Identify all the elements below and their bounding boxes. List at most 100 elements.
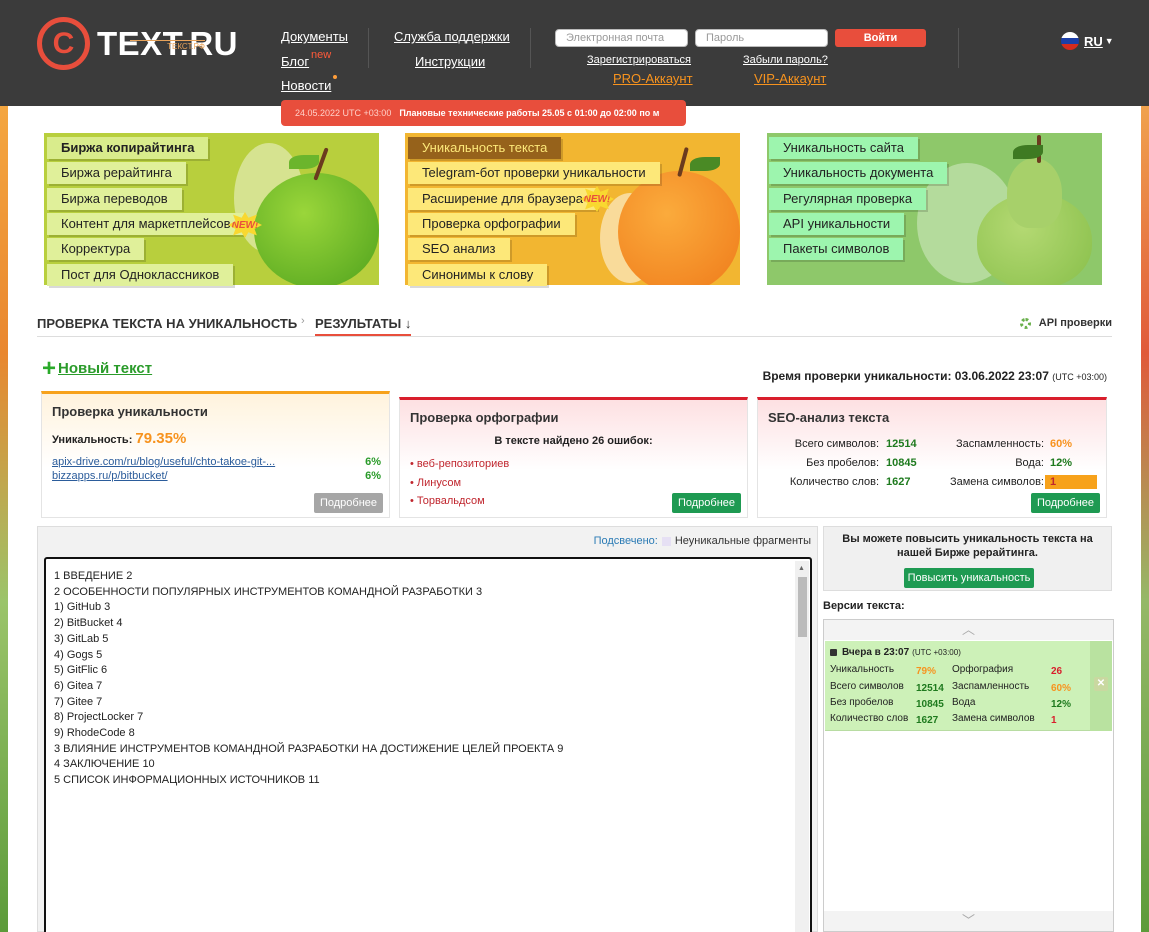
text-line: 2 ОСОБЕННОСТИ ПОПУЛЯРНЫХ ИНСТРУМЕНТОВ КО…	[54, 585, 483, 598]
menu-copywriting-exchange[interactable]: Биржа копирайтинга	[47, 137, 209, 159]
nav-news[interactable]: Новости	[281, 78, 331, 93]
news-dot-indicator	[333, 75, 337, 79]
email-field[interactable]	[555, 29, 688, 47]
menu-marketplace-content[interactable]: Контент для маркетплейсов	[47, 213, 245, 235]
breadcrumb: ПРОВЕРКА ТЕКСТА НА УНИКАЛЬНОСТЬ › РЕЗУЛЬ…	[37, 314, 1112, 337]
uniqueness-value-line: Уникальность: 79.35%	[52, 430, 186, 447]
highlight-legend: Подсвечено: Неуникальные фрагменты	[594, 535, 811, 547]
promo-text: Вы можете повысить уникальность текста н…	[842, 533, 1093, 559]
breadcrumb-check-text[interactable]: ПРОВЕРКА ТЕКСТА НА УНИКАЛЬНОСТЬ	[37, 316, 297, 331]
chevron-up-icon[interactable]: ︿	[824, 620, 1113, 640]
increase-uniqueness-button[interactable]: Повысить уникальность	[904, 568, 1034, 588]
vip-account-link[interactable]: VIP-Аккаунт	[754, 71, 826, 86]
pro-account-link[interactable]: PRO-Аккаунт	[613, 71, 693, 86]
version-total-label: Всего символов	[830, 681, 904, 692]
spelling-summary: В тексте найдено 26 ошибок:	[494, 435, 653, 447]
menu-synonyms[interactable]: Синонимы к слову	[408, 264, 548, 286]
seo-total-label: Всего символов:	[794, 438, 879, 450]
source-link[interactable]: apix-drive.com/ru/blog/useful/chto-takoe…	[52, 456, 275, 468]
menu-spell-check[interactable]: Проверка орфографии	[408, 213, 575, 235]
menu-seo-analysis[interactable]: SEO анализ	[408, 238, 510, 260]
close-icon[interactable]: ✕	[1094, 677, 1108, 691]
version-spell-label: Орфография	[952, 664, 1014, 675]
spelling-error[interactable]: • Линусом	[410, 477, 461, 489]
seo-card: SEO-анализ текста Всего символов: 12514 …	[757, 397, 1107, 518]
maintenance-notice[interactable]: 24.05.2022 UTC +03:00 Плановые техническ…	[281, 100, 686, 126]
text-line: 8) ProjectLocker 7	[54, 711, 144, 724]
version-item[interactable]: Вчера в 23:07 (UTC +03:00) Уникальность …	[825, 641, 1112, 731]
text-editor-panel: Подсвечено: Неуникальные фрагменты 1 ВВЕ…	[37, 526, 818, 932]
menu-browser-extension[interactable]: Расширение для браузера	[408, 188, 597, 210]
seo-words-value: 1627	[886, 476, 911, 488]
logo-icon: C	[37, 17, 90, 70]
version-delete-area: ✕	[1090, 641, 1112, 731]
promo-box: Вы можете повысить уникальность текста н…	[823, 526, 1112, 591]
seo-replaced-label: Замена символов:	[949, 476, 1044, 488]
menu-regular-check[interactable]: Регулярная проверка	[769, 188, 927, 210]
uniqueness-card: Проверка уникальности Уникальность: 79.3…	[41, 391, 390, 518]
new-text-button[interactable]: + Новый текст	[42, 356, 152, 380]
password-field[interactable]	[695, 29, 828, 47]
menu-translation-exchange[interactable]: Биржа переводов	[47, 188, 182, 210]
menu-symbol-packages[interactable]: Пакеты символов	[769, 238, 904, 260]
spelling-more-button[interactable]: Подробнее	[671, 493, 741, 513]
spelling-error-text: Линусом	[416, 477, 462, 489]
divider	[958, 28, 959, 68]
highlighted-label[interactable]: Подсвечено:	[594, 535, 658, 547]
seo-nospace-label: Без пробелов:	[806, 457, 879, 469]
blog-new-badge: new	[311, 49, 332, 61]
scroll-up-icon[interactable]: ▲	[798, 565, 805, 572]
api-check-label: API проверки	[1038, 317, 1112, 329]
versions-title: Версии текста:	[823, 600, 905, 612]
scroll-thumb[interactable]	[798, 577, 807, 637]
spelling-error[interactable]: • веб-репозиториев	[410, 458, 509, 470]
chevron-down-icon: ▼	[1104, 36, 1114, 46]
menu-document-uniqueness[interactable]: Уникальность документа	[769, 162, 948, 184]
lock-icon	[830, 649, 837, 656]
russia-flag-icon	[1061, 32, 1079, 50]
uniqueness-more-button[interactable]: Подробнее	[313, 493, 383, 513]
version-time: Вчера в 23:07	[842, 647, 910, 658]
menu-api-uniqueness[interactable]: API уникальности	[769, 213, 905, 235]
nav-instructions[interactable]: Инструкции	[415, 54, 485, 69]
version-header: Вчера в 23:07 (UTC +03:00)	[830, 647, 961, 658]
seo-words-label: Количество слов:	[789, 476, 879, 488]
source-percent: 6%	[365, 456, 381, 468]
text-area[interactable]: 1 ВВЕДЕНИЕ 2 2 ОСОБЕННОСТИ ПОПУЛЯРНЫХ ИНС…	[44, 557, 812, 932]
text-line: 1) GitHub 3	[54, 601, 111, 614]
seo-total-value: 12514	[886, 438, 917, 450]
menu-proofreading[interactable]: Корректура	[47, 238, 145, 260]
chevron-down-icon[interactable]: ﹀	[824, 911, 1113, 931]
highlight-legend-text: Неуникальные фрагменты	[674, 535, 811, 547]
register-link[interactable]: Зарегистрироваться	[587, 54, 691, 66]
highlight-swatch	[661, 536, 671, 546]
divider	[530, 28, 531, 68]
login-button[interactable]: Войти	[835, 29, 926, 47]
api-check-link[interactable]: API проверки	[1019, 317, 1112, 329]
spelling-error-text: Торвальдсом	[416, 495, 485, 507]
spelling-error[interactable]: • Торвальдсом	[410, 495, 485, 507]
nav-documents[interactable]: Документы	[281, 29, 348, 44]
version-spam-value: 60%	[1051, 683, 1072, 694]
seo-water-value: 12%	[1050, 457, 1073, 469]
side-decoration-right	[1141, 106, 1149, 932]
menu-site-uniqueness[interactable]: Уникальность сайта	[769, 137, 918, 159]
menu-odnoklassniki-post[interactable]: Пост для Одноклассников	[47, 264, 234, 286]
notice-time: 24.05.2022 UTC +03:00	[295, 108, 392, 118]
check-time-label: Время проверки уникальности: 03.06.2022 …	[762, 369, 1049, 383]
menu-telegram-bot[interactable]: Telegram-бот проверки уникальности	[408, 162, 660, 184]
seo-more-button[interactable]: Подробнее	[1030, 493, 1100, 513]
version-words-label: Количество слов	[830, 713, 909, 724]
language-selector[interactable]: RU ▼	[1061, 32, 1114, 50]
seo-nospace-value: 10845	[886, 457, 917, 469]
menu-rewriting-exchange[interactable]: Биржа рерайтинга	[47, 162, 186, 184]
breadcrumb-results[interactable]: РЕЗУЛЬТАТЫ ↓	[315, 316, 412, 336]
source-percent: 6%	[365, 470, 381, 482]
text-line: 9) RhodeCode 8	[54, 727, 135, 740]
source-link[interactable]: bizzapps.ru/p/bitbucket/	[52, 470, 168, 482]
menu-text-uniqueness[interactable]: Уникальность текста	[408, 137, 562, 159]
scrollbar[interactable]: ▲	[795, 561, 809, 932]
nav-blog[interactable]: Блог	[281, 54, 309, 69]
nav-support[interactable]: Служба поддержки	[394, 29, 510, 44]
forgot-password-link[interactable]: Забыли пароль?	[743, 54, 828, 66]
